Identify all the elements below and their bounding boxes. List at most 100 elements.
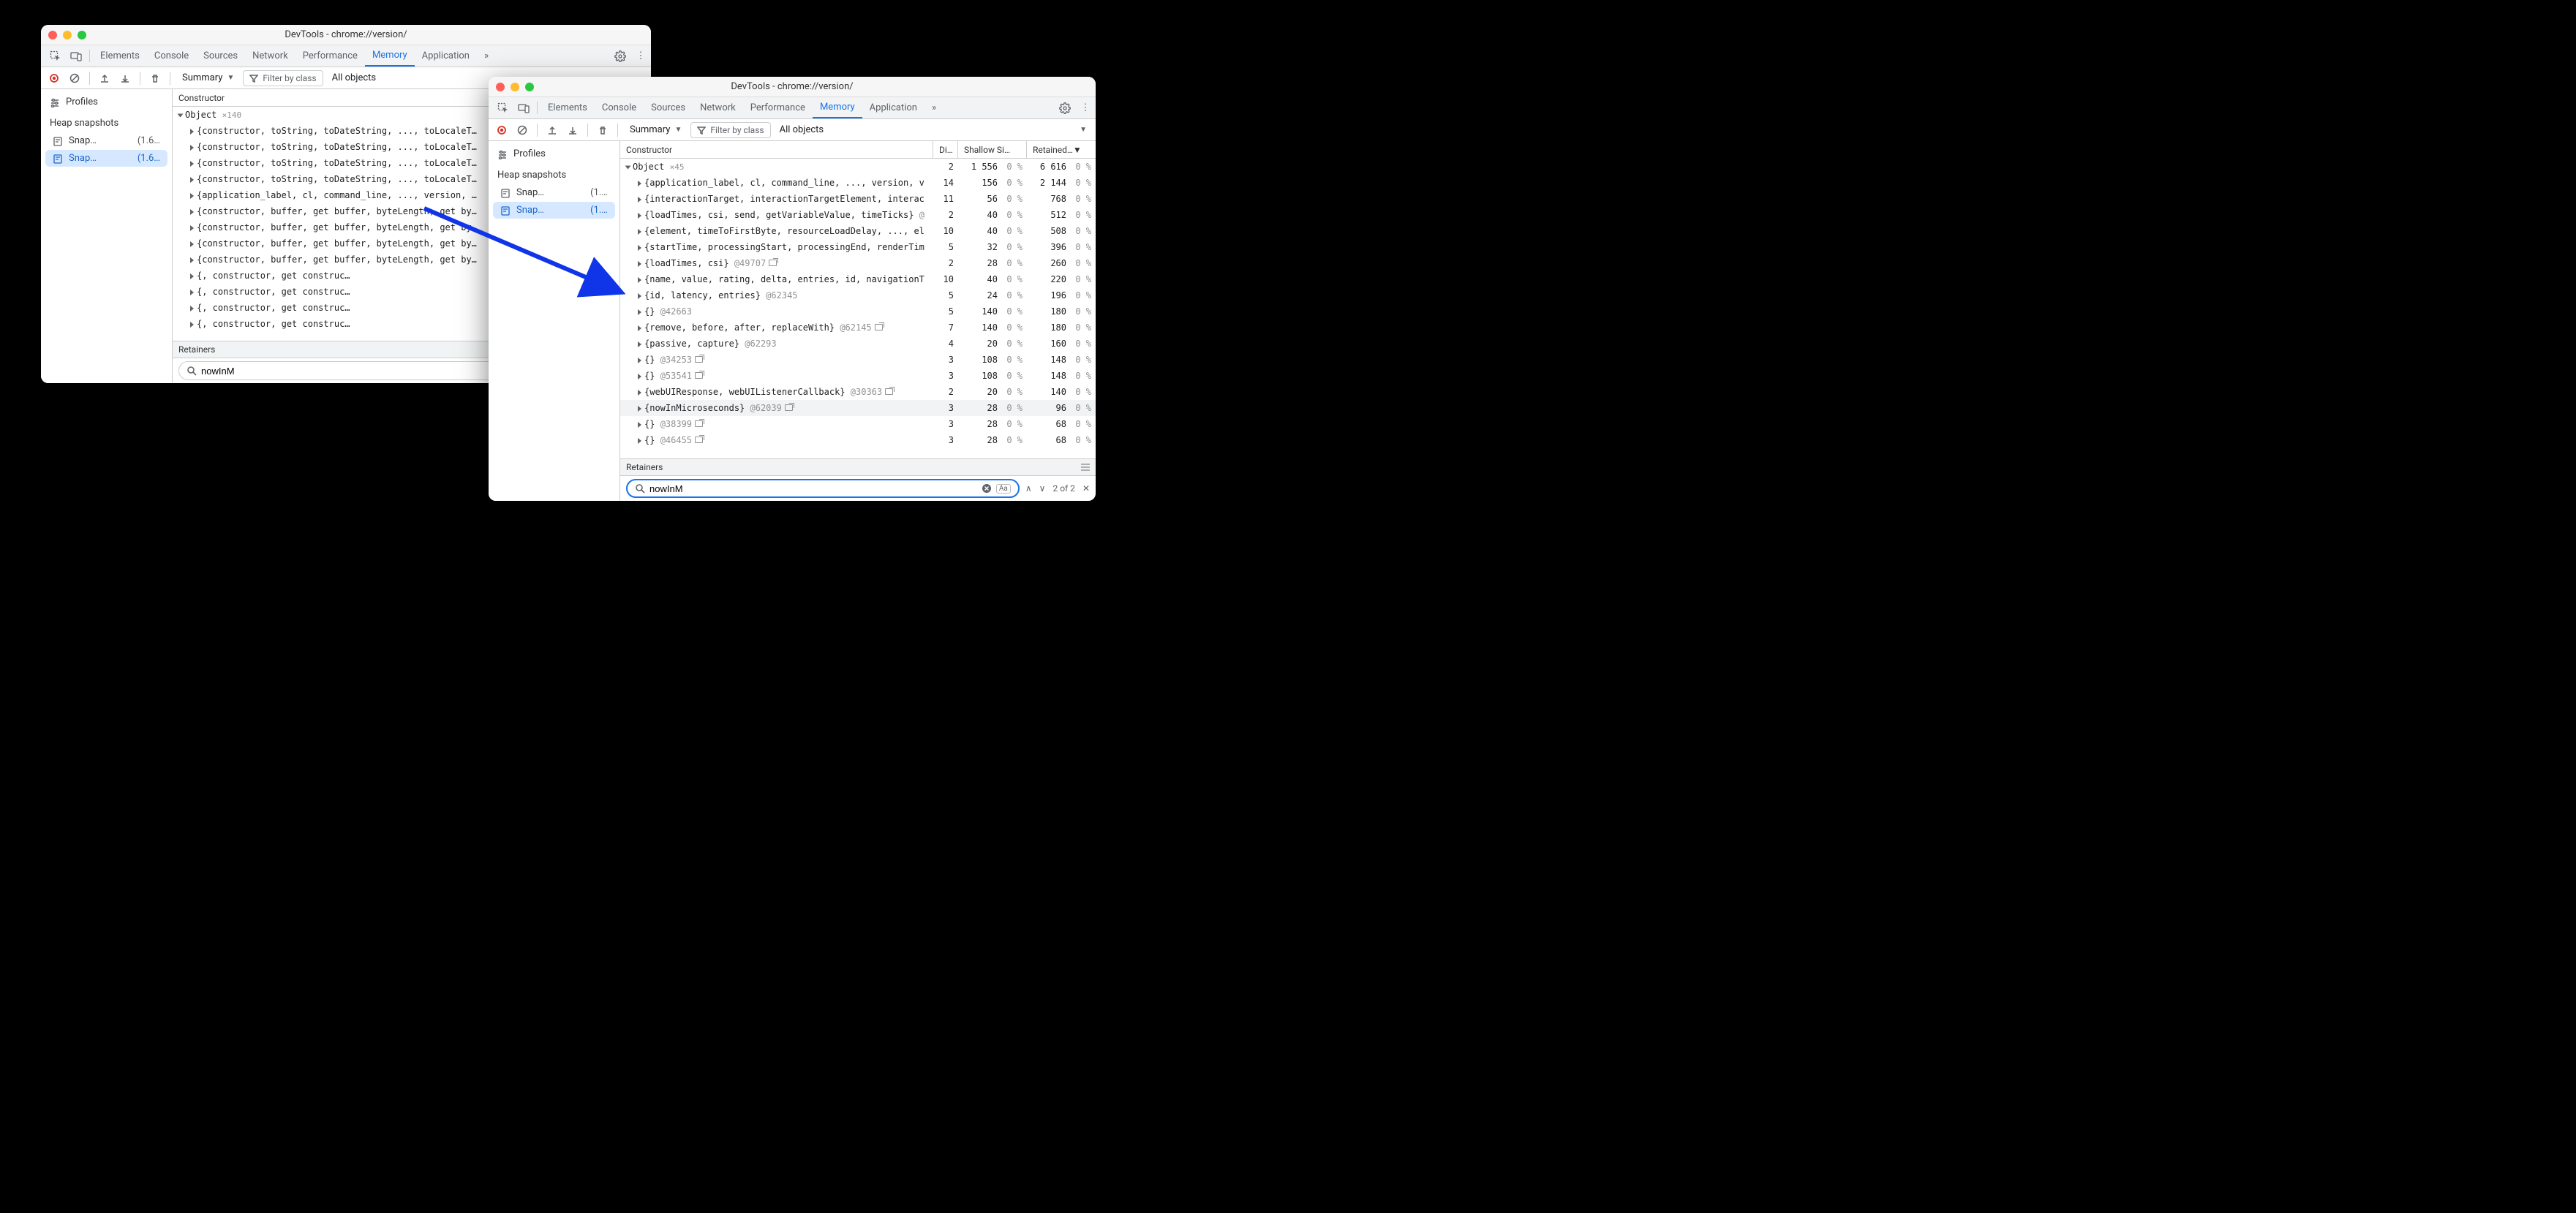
- profiles-header[interactable]: Profiles: [489, 144, 619, 164]
- tab-application[interactable]: Application: [862, 97, 924, 118]
- search-icon: [635, 483, 645, 494]
- profiles-label: Profiles: [66, 97, 98, 107]
- window-title: DevTools - chrome://version/: [489, 81, 1096, 92]
- clear-search-icon[interactable]: [982, 483, 992, 494]
- retainers-header[interactable]: Retainers: [620, 458, 1096, 476]
- prev-match-icon[interactable]: ∧: [1025, 483, 1032, 494]
- tab-console[interactable]: Console: [595, 97, 644, 118]
- snapshot-item[interactable]: Snap…(1.6…: [45, 132, 167, 149]
- save-button[interactable]: [564, 121, 581, 139]
- column-header: Constructor Di… Shallow Si… Retained…▼: [620, 141, 1096, 159]
- next-match-icon[interactable]: ∨: [1039, 483, 1046, 494]
- tabs-overflow[interactable]: »: [924, 97, 944, 118]
- clear-button[interactable]: [66, 69, 83, 87]
- device-icon[interactable]: [513, 97, 534, 118]
- search-field[interactable]: [649, 483, 977, 494]
- snapshot-item[interactable]: Snap…(1.6…: [45, 150, 167, 167]
- col-shallow[interactable]: Shallow Si…: [958, 141, 1027, 158]
- table-row[interactable]: {interactionTarget, interactionTargetEle…: [620, 191, 1096, 207]
- table-row[interactable]: {id, latency, entries} @623455240 %1960 …: [620, 287, 1096, 303]
- tab-network[interactable]: Network: [693, 97, 743, 118]
- tab-performance[interactable]: Performance: [743, 97, 813, 118]
- filter-placeholder: Filter by class: [710, 125, 764, 135]
- table-row[interactable]: {} @4266351400 %1800 %: [620, 303, 1096, 320]
- profiles-header[interactable]: Profiles: [41, 92, 172, 112]
- more-vert-icon[interactable]: ⋮: [1075, 97, 1096, 118]
- objscope-label: All objects: [332, 72, 377, 83]
- col-constructor[interactable]: Constructor: [620, 141, 933, 158]
- record-button[interactable]: [493, 121, 511, 139]
- heap-grid[interactable]: Object ×4521 5560 %6 6160 %{application_…: [620, 159, 1096, 458]
- tab-application[interactable]: Application: [415, 45, 477, 67]
- table-row[interactable]: {element, timeToFirstByte, resourceLoadD…: [620, 223, 1096, 239]
- load-button[interactable]: [96, 69, 113, 87]
- objects-scope[interactable]: All objects: [326, 69, 383, 87]
- settings-gear-icon[interactable]: [1055, 97, 1075, 118]
- table-row[interactable]: {nowInMicroseconds} @620393280 %960 %: [620, 400, 1096, 416]
- objects-scope[interactable]: All objects: [774, 121, 830, 139]
- view-select[interactable]: Summary▼: [624, 121, 688, 139]
- table-row[interactable]: {loadTimes, csi, send, getVariableValue,…: [620, 207, 1096, 223]
- record-button[interactable]: [45, 69, 63, 87]
- tab-sources[interactable]: Sources: [196, 45, 245, 67]
- more-vert-icon[interactable]: ⋮: [630, 45, 651, 67]
- match-count: 2 of 2: [1052, 483, 1074, 494]
- tab-memory[interactable]: Memory: [813, 97, 862, 118]
- filter-input[interactable]: Filter by class: [243, 70, 323, 86]
- gc-button[interactable]: [594, 121, 611, 139]
- table-row[interactable]: {passive, capture} @622934200 %1600 %: [620, 336, 1096, 352]
- panel-tabs: ElementsConsoleSourcesNetworkPerformance…: [489, 97, 1096, 119]
- table-row[interactable]: Object ×4521 5560 %6 6160 %: [620, 159, 1096, 175]
- sidebar: Profiles Heap snapshots Snap…(1.…Snap…(1…: [489, 141, 620, 501]
- table-row[interactable]: {} @5354131080 %1480 %: [620, 368, 1096, 384]
- tabs-overflow[interactable]: »: [477, 45, 496, 67]
- table-row[interactable]: {startTime, processingStart, processingE…: [620, 239, 1096, 255]
- inspect-icon[interactable]: [493, 97, 513, 118]
- toolbar-overflow[interactable]: ▼: [1075, 126, 1091, 134]
- tab-network[interactable]: Network: [245, 45, 295, 67]
- minimize-icon[interactable]: [511, 83, 519, 91]
- menu-icon[interactable]: [1081, 464, 1090, 471]
- snapshot-item[interactable]: Snap…(1.…: [493, 202, 615, 219]
- table-row[interactable]: {remove, before, after, replaceWith} @62…: [620, 320, 1096, 336]
- traffic-lights: [496, 83, 534, 91]
- titlebar: DevTools - chrome://version/: [489, 77, 1096, 97]
- load-button[interactable]: [543, 121, 561, 139]
- heap-section: Heap snapshots: [489, 164, 619, 184]
- zoom-icon[interactable]: [78, 31, 86, 39]
- minimize-icon[interactable]: [63, 31, 72, 39]
- close-search-icon[interactable]: ✕: [1082, 483, 1090, 494]
- view-select[interactable]: Summary▼: [176, 69, 240, 87]
- device-icon[interactable]: [66, 45, 86, 67]
- tab-elements[interactable]: Elements: [93, 45, 147, 67]
- table-row[interactable]: {loadTimes, csi} @497072280 %2600 %: [620, 255, 1096, 271]
- table-row[interactable]: {} @383993280 %680 %: [620, 416, 1096, 432]
- gc-button[interactable]: [146, 69, 164, 87]
- match-case-icon[interactable]: Aa: [996, 484, 1011, 494]
- inspect-icon[interactable]: [45, 45, 66, 67]
- col-distance[interactable]: Di…: [933, 141, 958, 158]
- col-retained[interactable]: Retained…▼: [1027, 141, 1096, 158]
- traffic-lights: [48, 31, 86, 39]
- table-row[interactable]: {} @3425331080 %1480 %: [620, 352, 1096, 368]
- search-input[interactable]: Aa: [626, 479, 1020, 498]
- filter-input[interactable]: Filter by class: [690, 122, 770, 138]
- tab-performance[interactable]: Performance: [295, 45, 365, 67]
- close-icon[interactable]: [48, 31, 57, 39]
- close-icon[interactable]: [496, 83, 505, 91]
- table-row[interactable]: {application_label, cl, command_line, ..…: [620, 175, 1096, 191]
- tab-elements[interactable]: Elements: [541, 97, 595, 118]
- panel-tabs: ElementsConsoleSourcesNetworkPerformance…: [41, 45, 651, 67]
- save-button[interactable]: [116, 69, 134, 87]
- clear-button[interactable]: [513, 121, 531, 139]
- table-row[interactable]: {webUIResponse, webUIListenerCallback} @…: [620, 384, 1096, 400]
- tab-console[interactable]: Console: [147, 45, 196, 67]
- zoom-icon[interactable]: [525, 83, 534, 91]
- devtools-window-2: DevTools - chrome://version/ ElementsCon…: [489, 77, 1096, 501]
- settings-gear-icon[interactable]: [610, 45, 630, 67]
- table-row[interactable]: {name, value, rating, delta, entries, id…: [620, 271, 1096, 287]
- tab-memory[interactable]: Memory: [365, 45, 415, 67]
- table-row[interactable]: {} @464553280 %680 %: [620, 432, 1096, 448]
- tab-sources[interactable]: Sources: [644, 97, 693, 118]
- snapshot-item[interactable]: Snap…(1.…: [493, 184, 615, 201]
